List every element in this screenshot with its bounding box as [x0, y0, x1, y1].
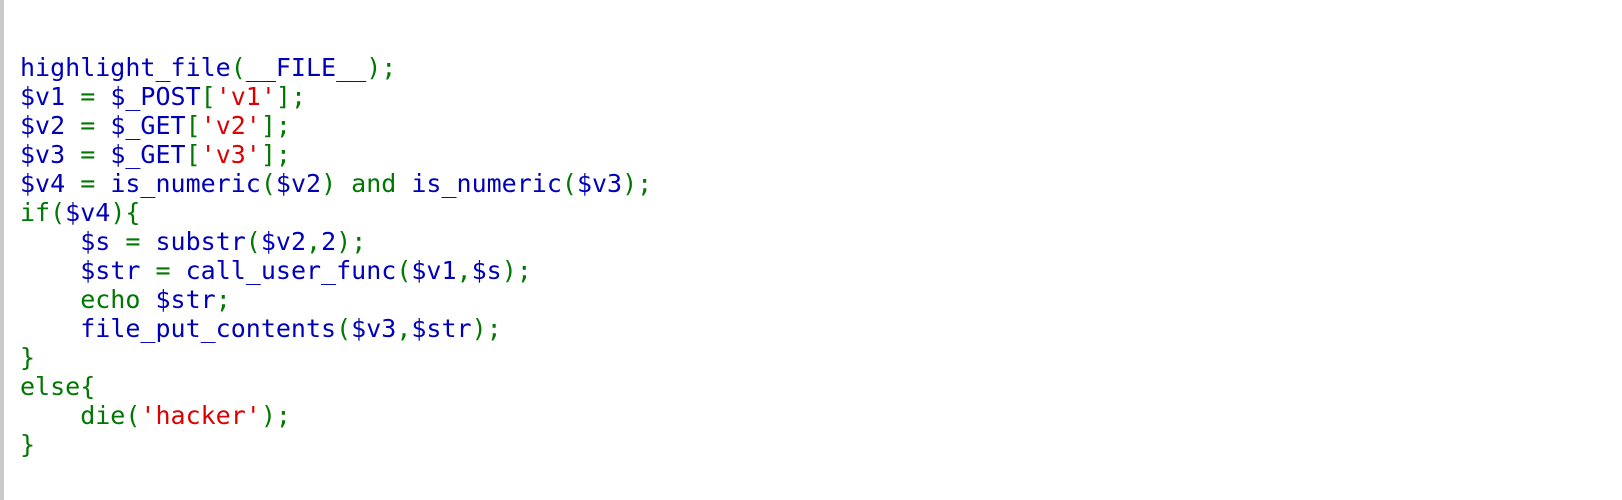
code-token-keyword: ;	[215, 285, 231, 314]
code-token-string: 'v2'	[200, 111, 261, 140]
code-token-default: $v3	[20, 140, 81, 169]
code-token-default: $v1	[20, 82, 81, 111]
code-token-default: 2	[321, 227, 337, 256]
code-token-keyword: =	[80, 82, 111, 111]
code-token-keyword	[20, 256, 80, 285]
code-token-keyword	[20, 227, 80, 256]
code-token-default: file_put_contents	[80, 314, 337, 343]
code-token-keyword: );	[366, 53, 397, 82]
code-token-keyword: ) and	[321, 169, 412, 198]
code-token-keyword: );	[336, 227, 367, 256]
code-token-keyword: echo	[20, 285, 156, 314]
code-token-keyword: (	[561, 169, 577, 198]
code-token-keyword: [	[200, 82, 216, 111]
code-line: $v3 = $_GET['v3'];	[20, 140, 652, 169]
code-token-keyword: ];	[260, 111, 291, 140]
code-token-default: $v1	[411, 256, 457, 285]
code-token-default: is_numeric	[110, 169, 261, 198]
code-line: $v4 = is_numeric($v2) and is_numeric($v3…	[20, 169, 652, 198]
code-token-keyword: [	[185, 111, 201, 140]
code-token-keyword: =	[80, 140, 111, 169]
code-token-keyword: (	[336, 314, 352, 343]
code-line: else{	[20, 372, 652, 401]
code-line: $v1 = $_POST['v1'];	[20, 82, 652, 111]
highlighted-php-code: highlight_file(__FILE__); $v1 = $_POST['v…	[20, 53, 652, 459]
code-token-keyword	[20, 314, 80, 343]
code-token-default: call_user_func	[185, 256, 397, 285]
code-token-default: $v3	[351, 314, 397, 343]
code-token-default: $v4	[65, 198, 111, 227]
code-token-default: $_POST	[110, 82, 201, 111]
code-line: $str = call_user_func($v1,$s);	[20, 256, 652, 285]
code-token-keyword: );	[622, 169, 653, 198]
code-line: if($v4){	[20, 198, 652, 227]
code-token-keyword: }	[20, 430, 36, 459]
code-token-keyword: =	[80, 111, 111, 140]
code-token-string: 'v1'	[215, 82, 276, 111]
code-token-keyword: ,	[396, 314, 412, 343]
code-token-keyword: ,	[456, 256, 472, 285]
code-token-default: $v2	[20, 111, 81, 140]
code-token-keyword: ];	[275, 82, 307, 111]
code-token-default: $v2	[260, 227, 307, 256]
code-token-default: $_GET	[110, 140, 186, 169]
code-line: }	[20, 343, 652, 372]
code-line: $s = substr($v2,2);	[20, 227, 652, 256]
code-token-default: $str	[155, 285, 216, 314]
code-token-keyword: );	[260, 401, 291, 430]
code-token-keyword: =	[155, 256, 186, 285]
code-token-keyword: (	[245, 227, 261, 256]
code-token-keyword: );	[471, 314, 502, 343]
code-token-keyword: ];	[260, 140, 291, 169]
left-border	[0, 0, 4, 500]
php-source-viewer: highlight_file(__FILE__); $v1 = $_POST['v…	[0, 0, 1622, 500]
code-token-default: $s	[471, 256, 502, 285]
code-token-keyword: die(	[20, 401, 141, 430]
code-token-keyword: =	[80, 169, 111, 198]
code-line: file_put_contents($v3,$str);	[20, 314, 652, 343]
code-token-default: $v3	[576, 169, 623, 198]
code-token-keyword: [	[185, 140, 201, 169]
code-token-string: 'v3'	[200, 140, 261, 169]
code-line: highlight_file(__FILE__);	[20, 53, 652, 82]
code-token-default: $str	[411, 314, 472, 343]
code-token-keyword: ){	[110, 198, 141, 227]
code-line: die('hacker');	[20, 401, 652, 430]
code-token-keyword: else{	[20, 372, 96, 401]
code-token-keyword: (	[230, 53, 246, 82]
code-token-keyword: );	[501, 256, 532, 285]
code-token-default: $s	[80, 227, 126, 256]
code-token-default: highlight_file	[20, 53, 231, 82]
code-token-default: $str	[80, 256, 156, 285]
code-token-default: substr	[155, 227, 246, 256]
code-line: }	[20, 430, 652, 459]
code-token-keyword: (	[396, 256, 412, 285]
code-token-keyword: ,	[306, 227, 322, 256]
code-token-default: $v4	[20, 169, 81, 198]
code-token-default: __FILE__	[245, 53, 367, 82]
code-token-keyword: if(	[20, 198, 66, 227]
code-token-keyword: =	[125, 227, 156, 256]
code-token-keyword: (	[260, 169, 276, 198]
code-token-default: $_GET	[110, 111, 186, 140]
code-token-keyword: }	[20, 343, 36, 372]
code-line: echo $str;	[20, 285, 652, 314]
code-line: $v2 = $_GET['v2'];	[20, 111, 652, 140]
code-token-string: 'hacker'	[140, 401, 261, 430]
code-token-default: is_numeric	[411, 169, 562, 198]
code-token-default: $v2	[275, 169, 322, 198]
